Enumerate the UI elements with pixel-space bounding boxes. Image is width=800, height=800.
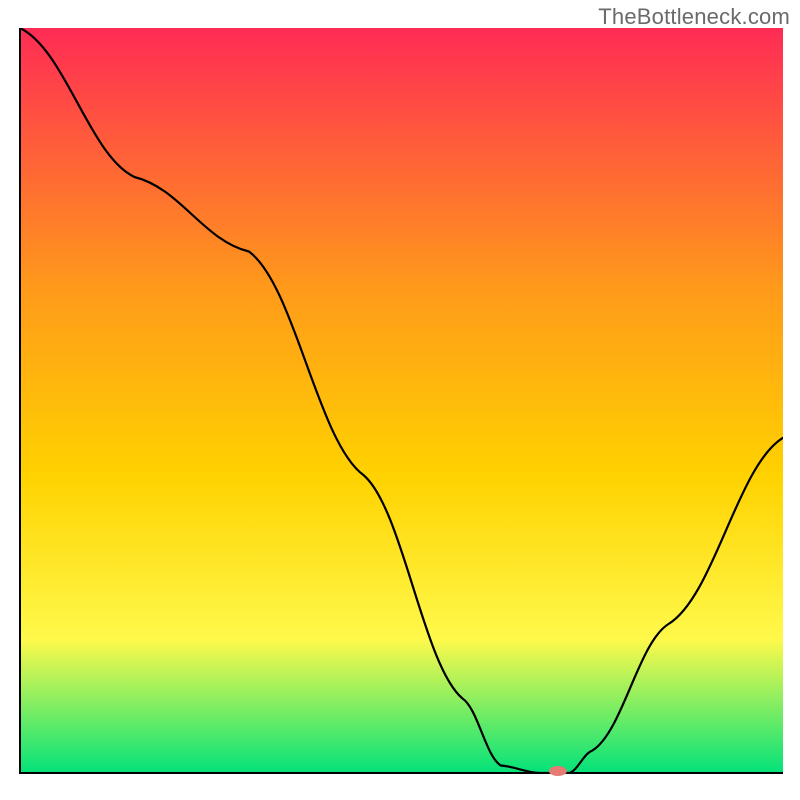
chart-container: { "watermark": "TheBottleneck.com", "cha… xyxy=(0,0,800,800)
chart-svg xyxy=(0,0,800,800)
plot-background xyxy=(20,28,783,773)
watermark-text: TheBottleneck.com xyxy=(598,4,790,30)
optimum-marker xyxy=(549,766,567,776)
